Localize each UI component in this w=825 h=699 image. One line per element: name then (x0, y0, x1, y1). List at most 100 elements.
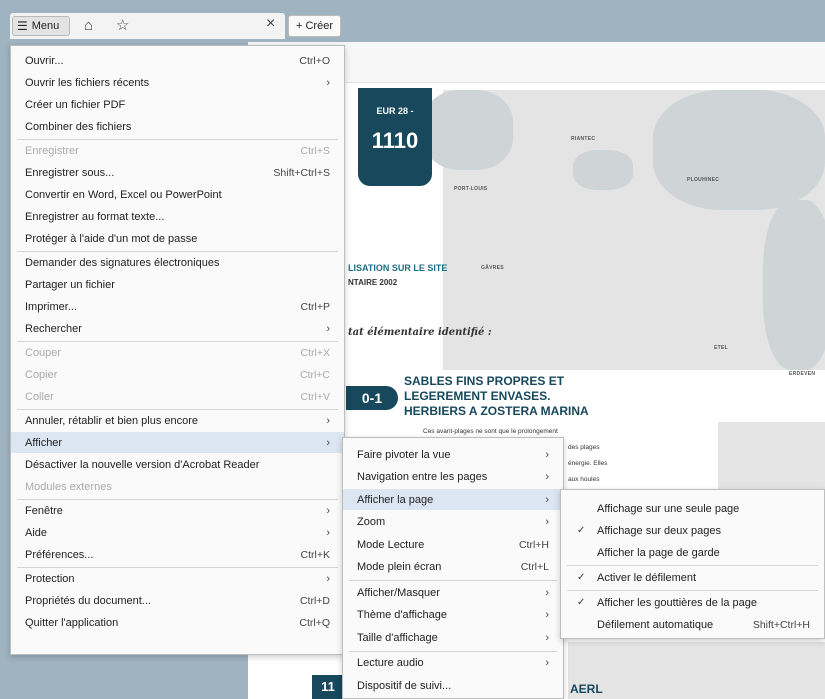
menu-item-label: Couper (25, 346, 62, 359)
menu-item-activer-le-defilement[interactable]: ✓ Activer le défilement (561, 567, 824, 588)
menu-item-label: Préférences... (25, 548, 94, 561)
home-icon[interactable]: ⌂ (84, 17, 93, 35)
menu-item-protection[interactable]: Protection › (11, 568, 344, 589)
map-area (568, 642, 825, 699)
menu-item-label: Enregistrer (25, 144, 79, 157)
menu-item-annuler-retablir-et-bien-plus-encore[interactable]: Annuler, rétablir et bien plus encore › (11, 410, 344, 431)
menu-item-couper: Couper Ctrl+X (11, 342, 344, 363)
menu-button[interactable]: ☰ Menu (12, 16, 70, 36)
menu-item-label: Afficher les gouttières de la page (597, 596, 758, 609)
menu-item-afficher-la-page-de-garde[interactable]: Afficher la page de garde (561, 542, 824, 563)
chevron-right-icon: › (326, 504, 330, 517)
menu-item-aide[interactable]: Aide › (11, 522, 344, 543)
menu-separator (567, 565, 818, 566)
menu-item-partager-un-fichier[interactable]: Partager un fichier (11, 274, 344, 295)
menu-item-proteger-a-l-aide-d-un-mot-de-passe[interactable]: Protéger à l'aide d'un mot de passe (11, 228, 344, 249)
menu-item-label: Convertir en Word, Excel ou PowerPoint (25, 188, 222, 201)
menu-item-label: Rechercher (25, 322, 82, 335)
menu-item-shortcut: Ctrl+D (299, 594, 330, 607)
menu-item-navigation-entre-les-pages[interactable]: Navigation entre les pages › (343, 467, 563, 488)
menu-item-label: Copier (25, 368, 58, 381)
chevron-right-icon: › (326, 572, 330, 585)
menu-item-afficher-masquer[interactable]: Afficher/Masquer › (343, 582, 563, 603)
menu-item-zoom[interactable]: Zoom › (343, 512, 563, 533)
menu-item-affichage-sur-une-seule-page[interactable]: Affichage sur une seule page (561, 498, 824, 519)
menu-item-label: Lecture audio (357, 657, 424, 669)
menu-item-desactiver-la-nouvelle-version-d-acrobat-reader[interactable]: Désactiver la nouvelle version d'Acrobat… (11, 454, 344, 475)
menu-item-demander-des-signatures-electroniques[interactable]: Demander des signatures électroniques (11, 252, 344, 273)
menu-item-label: Propriétés du document... (25, 594, 151, 607)
menu-item-fenetre[interactable]: Fenêtre › (11, 500, 344, 521)
check-icon: ✓ (577, 597, 586, 608)
menu-item-label: Combiner des fichiers (25, 120, 132, 133)
new-tab-button[interactable]: + Créer (288, 15, 341, 37)
menu-item-convertir-en-word-excel-ou-powerpoint[interactable]: Convertir en Word, Excel ou PowerPoint (11, 184, 344, 205)
menu-item-afficher[interactable]: Afficher › (11, 432, 344, 453)
heading-line: LEGEREMENT ENVASES. (404, 389, 551, 403)
menu-item-dispositif-de-suivi[interactable]: Dispositif de suivi... (343, 675, 563, 696)
menu-separator (567, 590, 818, 591)
menu-item-taille-d-affichage[interactable]: Taille d'affichage › (343, 627, 563, 648)
menu-item-mode-lecture[interactable]: Mode Lecture Ctrl+H (343, 534, 563, 555)
chevron-right-icon: › (326, 436, 330, 449)
menu-item-label: Partager un fichier (25, 278, 115, 291)
menu-item-copier: Copier Ctrl+C (11, 364, 344, 385)
menu-item-imprimer[interactable]: Imprimer... Ctrl+P (11, 296, 344, 317)
menu-item-affichage-sur-deux-pages[interactable]: ✓ Affichage sur deux pages (561, 520, 824, 541)
chevron-right-icon: › (545, 516, 549, 528)
body-text: aux houles (568, 476, 600, 483)
menu-item-enregistrer-au-format-texte[interactable]: Enregistrer au format texte... (11, 206, 344, 227)
menu-item-theme-d-affichage[interactable]: Thème d'affichage › (343, 605, 563, 626)
menu-item-shortcut: Ctrl+P (300, 300, 330, 313)
chevron-right-icon: › (545, 493, 549, 506)
chevron-right-icon: › (545, 609, 549, 621)
menu-item-enregistrer-sous[interactable]: Enregistrer sous... Shift+Ctrl+S (11, 162, 344, 183)
menu-item-shortcut: Ctrl+V (300, 390, 330, 403)
map-label: PLOUHINEC (687, 177, 720, 183)
menu-item-label: Désactiver la nouvelle version d'Acrobat… (25, 458, 260, 471)
menu-item-ouvrir-les-fichiers-recents[interactable]: Ouvrir les fichiers récents › (11, 72, 344, 93)
menu-item-ouvrir[interactable]: Ouvrir... Ctrl+O (11, 50, 344, 71)
menu-item-shortcut: Ctrl+O (299, 54, 330, 67)
menu-item-afficher-les-gouttieres-de-la-page[interactable]: ✓ Afficher les gouttières de la page (561, 592, 824, 613)
map-label: PORT-LOUIS (454, 186, 488, 192)
body-text: des plages (568, 444, 600, 451)
view-submenu: Faire pivoter la vue › Navigation entre le… (342, 437, 564, 699)
menu-item-quitter-l-application[interactable]: Quitter l'application Ctrl+Q (11, 612, 344, 633)
menu-item-preferences[interactable]: Préférences... Ctrl+K (11, 544, 344, 565)
menu-item-proprietes-du-document[interactable]: Propriétés du document... Ctrl+D (11, 590, 344, 611)
menu-item-defilement-automatique[interactable]: Défilement automatique Shift+Ctrl+H (561, 614, 824, 635)
star-icon[interactable]: ☆ (116, 17, 129, 35)
menu-item-label: Dispositif de suivi... (357, 679, 452, 692)
menu-item-enregistrer: Enregistrer Ctrl+S (11, 140, 344, 161)
menu-item-label: Afficher la page (357, 493, 434, 506)
menu-item-faire-pivoter-la-vue[interactable]: Faire pivoter la vue › (343, 444, 563, 465)
menu-item-shortcut: Ctrl+K (300, 548, 330, 561)
menu-item-label: Ouvrir... (25, 54, 64, 67)
menu-item-lecture-audio[interactable]: Lecture audio › (343, 653, 563, 674)
close-tab-icon[interactable]: × (266, 15, 275, 33)
menu-item-shortcut: Ctrl+X (300, 346, 330, 359)
menu-item-label: Fenêtre (25, 504, 63, 517)
map-label: ERDEVEN (789, 371, 816, 377)
localisation-line: LISATION SUR LE SITE (348, 263, 448, 273)
menu-item-modules-externes: Modules externes (11, 476, 344, 497)
map-area: RIANTEC PLOUHINEC PORT-LOUIS GÂVRES ETEL… (423, 90, 825, 377)
menu-item-afficher-la-page[interactable]: Afficher la page › (343, 489, 563, 510)
menu-item-rechercher[interactable]: Rechercher › (11, 318, 344, 339)
menu-item-creer-un-fichier-pdf[interactable]: Créer un fichier PDF (11, 94, 344, 115)
menu-item-shortcut: Ctrl+S (300, 144, 330, 157)
menu-item-label: Afficher (25, 436, 63, 449)
menu-item-label: Protéger à l'aide d'un mot de passe (25, 232, 198, 245)
chevron-right-icon: › (545, 586, 549, 599)
heading-line: SABLES FINS PROPRES ET (404, 374, 565, 388)
chevron-right-icon: › (545, 657, 549, 669)
menu-item-combiner-des-fichiers[interactable]: Combiner des fichiers (11, 116, 344, 137)
map-label: ETEL (714, 345, 728, 351)
chevron-right-icon: › (326, 322, 330, 335)
menu-separator (349, 650, 557, 652)
menu-item-label: Mode Lecture (357, 538, 425, 551)
menu-item-label: Quitter l'application (25, 616, 119, 629)
menu-item-shortcut: Ctrl+Q (299, 616, 330, 629)
menu-item-mode-plein-ecran[interactable]: Mode plein écran Ctrl+L (343, 557, 563, 578)
